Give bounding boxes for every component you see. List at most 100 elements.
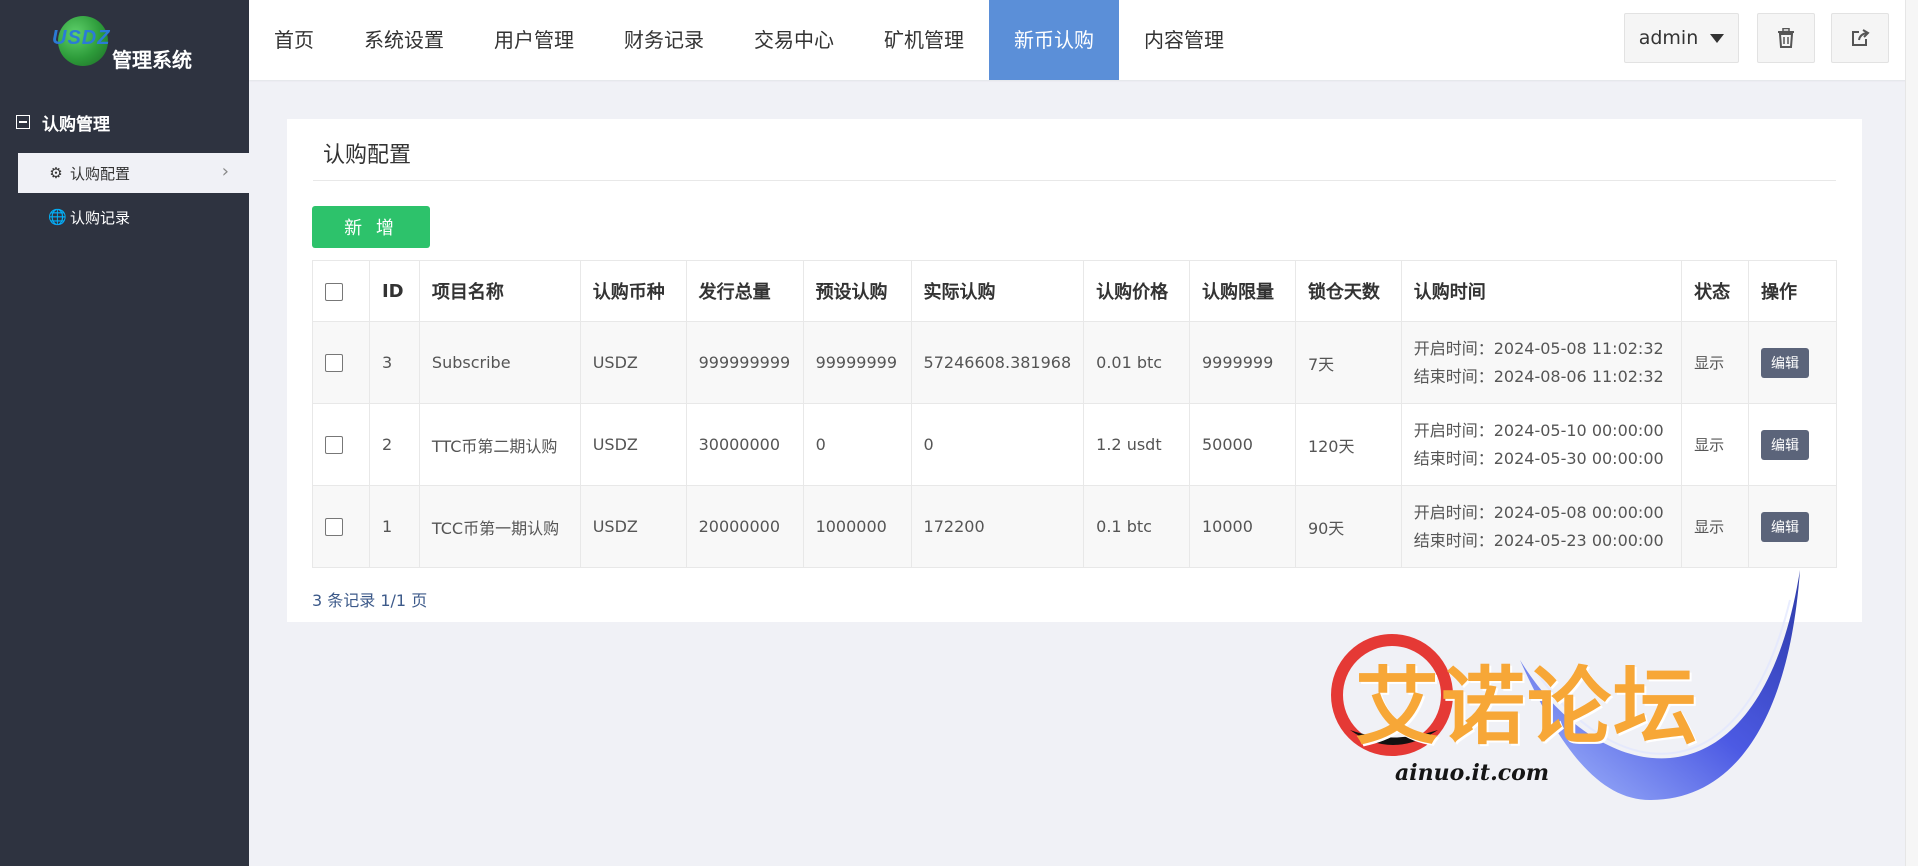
- cell-actual: 57246608.381968: [910, 321, 1085, 404]
- cell-coin: USDZ: [579, 485, 687, 568]
- logo: USDZ 管理系统: [0, 0, 249, 80]
- sidebar-item-label: 认购配置: [70, 164, 131, 183]
- column-header: 认购时间: [1400, 260, 1683, 322]
- cell-coin: USDZ: [579, 403, 687, 486]
- nav-finance-records[interactable]: 财务记录: [599, 0, 729, 80]
- cell-lock-days: 7天: [1294, 321, 1402, 404]
- edit-button[interactable]: 编辑: [1761, 511, 1809, 542]
- cell-coin: USDZ: [579, 321, 687, 404]
- end-time: 结束时间：2024-05-30 00:00:00: [1413, 448, 1664, 468]
- nav-home[interactable]: 首页: [249, 0, 339, 80]
- add-button[interactable]: 新 增: [312, 206, 430, 248]
- panel-divider: [313, 180, 1836, 181]
- vertical-scrollbar[interactable]: [1905, 0, 1918, 866]
- cell-price: 0.01 btc: [1083, 321, 1190, 404]
- nav-trading-center[interactable]: 交易中心: [729, 0, 859, 80]
- globe-icon: 🌐: [48, 208, 67, 226]
- cell-status: 显示: [1681, 403, 1749, 486]
- column-header: 操作: [1748, 260, 1837, 322]
- nav-content-management[interactable]: 内容管理: [1119, 0, 1249, 80]
- sidebar-group-header[interactable]: 认购管理: [16, 110, 110, 135]
- cell-preset: 0: [802, 403, 912, 486]
- caret-down-icon: [1710, 33, 1725, 43]
- nav-system-settings[interactable]: 系统设置: [339, 0, 469, 80]
- cell-action: 编辑: [1748, 403, 1837, 486]
- username: admin: [1638, 27, 1699, 49]
- sidebar: 认购管理 ⚙ 认购配置 › 🌐 认购记录: [0, 80, 249, 866]
- cell-total: 999999999: [685, 321, 804, 404]
- column-header: 锁仓天数: [1294, 260, 1402, 322]
- cell-status: 显示: [1681, 485, 1749, 568]
- select-all-cell: [312, 260, 370, 322]
- main-nav: 首页 系统设置 用户管理 财务记录 交易中心 矿机管理 新币认购 内容管理: [249, 0, 1249, 80]
- sidebar-group-label: 认购管理: [42, 114, 110, 135]
- clear-cache-button[interactable]: [1757, 13, 1815, 63]
- cell-time: 开启时间：2024-05-08 11:02:32 结束时间：2024-08-06…: [1400, 321, 1683, 404]
- cell-name: Subscribe: [418, 321, 581, 404]
- cell-actual: 172200: [910, 485, 1085, 568]
- table-header-row: ID 项目名称 认购币种 发行总量 预设认购 实际认购 认购价格 认购限量 锁仓…: [312, 260, 1837, 322]
- gear-icon: ⚙: [49, 164, 63, 182]
- nav-user-management[interactable]: 用户管理: [469, 0, 599, 80]
- cell-actual: 0: [910, 403, 1085, 486]
- row-checkbox[interactable]: [325, 436, 343, 455]
- cell-time: 开启时间：2024-05-08 00:00:00 结束时间：2024-05-23…: [1400, 485, 1683, 568]
- table-row: 2 TTC币第二期认购 USDZ 30000000 0 0 1.2 usdt 5…: [312, 403, 1837, 486]
- column-header: 项目名称: [418, 260, 581, 322]
- table-row: 1 TCC币第一期认购 USDZ 20000000 1000000 172200…: [312, 485, 1837, 568]
- edit-button[interactable]: 编辑: [1761, 429, 1809, 460]
- row-checkbox[interactable]: [325, 354, 343, 373]
- column-header: 认购币种: [579, 260, 687, 322]
- cell-limit: 10000: [1188, 485, 1296, 568]
- cell-id: 2: [368, 403, 420, 486]
- cell-name: TCC币第一期认购: [418, 485, 581, 568]
- panel-title: 认购配置: [323, 143, 412, 168]
- row-select-cell: [312, 485, 370, 568]
- top-navbar: 首页 系统设置 用户管理 财务记录 交易中心 矿机管理 新币认购 内容管理 ad…: [249, 0, 1918, 80]
- logo-system-name: 管理系统: [112, 48, 192, 72]
- edit-button[interactable]: 编辑: [1761, 347, 1809, 378]
- cell-id: 1: [368, 485, 420, 568]
- trash-icon: [1778, 28, 1794, 48]
- subscription-config-panel: 认购配置 新 增 ID 项目名称 认购币种 发行总量 预设认购 实际认购 认购价…: [287, 119, 1862, 622]
- cell-status: 显示: [1681, 321, 1749, 404]
- start-time: 开启时间：2024-05-10 00:00:00: [1413, 420, 1664, 440]
- cell-total: 20000000: [685, 485, 804, 568]
- nav-miner-management[interactable]: 矿机管理: [859, 0, 989, 80]
- watermark-title: 艾诺论坛: [1355, 658, 1700, 756]
- cell-lock-days: 90天: [1294, 485, 1402, 568]
- cell-time: 开启时间：2024-05-10 00:00:00 结束时间：2024-05-30…: [1400, 403, 1683, 486]
- sidebar-item-subscription-config[interactable]: ⚙ 认购配置 ›: [18, 153, 249, 193]
- end-time: 结束时间：2024-08-06 11:02:32: [1413, 366, 1664, 386]
- row-checkbox[interactable]: [325, 518, 343, 537]
- sidebar-item-subscription-records[interactable]: 🌐 认购记录: [18, 197, 249, 237]
- subscription-table: ID 项目名称 认购币种 发行总量 预设认购 实际认购 认购价格 认购限量 锁仓…: [312, 260, 1837, 568]
- logout-button[interactable]: [1831, 13, 1889, 63]
- cell-action: 编辑: [1748, 485, 1837, 568]
- cell-price: 0.1 btc: [1083, 485, 1190, 568]
- cell-lock-days: 120天: [1294, 403, 1402, 486]
- cell-id: 3: [368, 321, 420, 404]
- cell-price: 1.2 usdt: [1083, 403, 1190, 486]
- cell-total: 30000000: [685, 403, 804, 486]
- end-time: 结束时间：2024-05-23 00:00:00: [1413, 530, 1664, 550]
- chevron-right-icon: ›: [221, 161, 229, 182]
- cell-preset: 99999999: [802, 321, 912, 404]
- row-select-cell: [312, 321, 370, 404]
- logout-icon: [1852, 29, 1870, 46]
- pagination-summary: 3 条记录 1/1 页: [312, 591, 428, 610]
- row-select-cell: [312, 403, 370, 486]
- user-menu-button[interactable]: admin: [1624, 13, 1739, 63]
- select-all-checkbox[interactable]: [325, 282, 343, 301]
- watermark-url: ainuo.it.com: [1395, 760, 1550, 786]
- cell-name: TTC币第二期认购: [418, 403, 581, 486]
- table-row: 3 Subscribe USDZ 999999999 99999999 5724…: [312, 321, 1837, 404]
- cell-limit: 9999999: [1188, 321, 1296, 404]
- column-header: 发行总量: [685, 260, 804, 322]
- column-header: 实际认购: [910, 260, 1085, 322]
- nav-new-coin-subscription[interactable]: 新币认购: [989, 0, 1119, 80]
- cell-limit: 50000: [1188, 403, 1296, 486]
- cell-preset: 1000000: [802, 485, 912, 568]
- sidebar-item-label: 认购记录: [70, 208, 131, 227]
- column-header: 状态: [1681, 260, 1749, 322]
